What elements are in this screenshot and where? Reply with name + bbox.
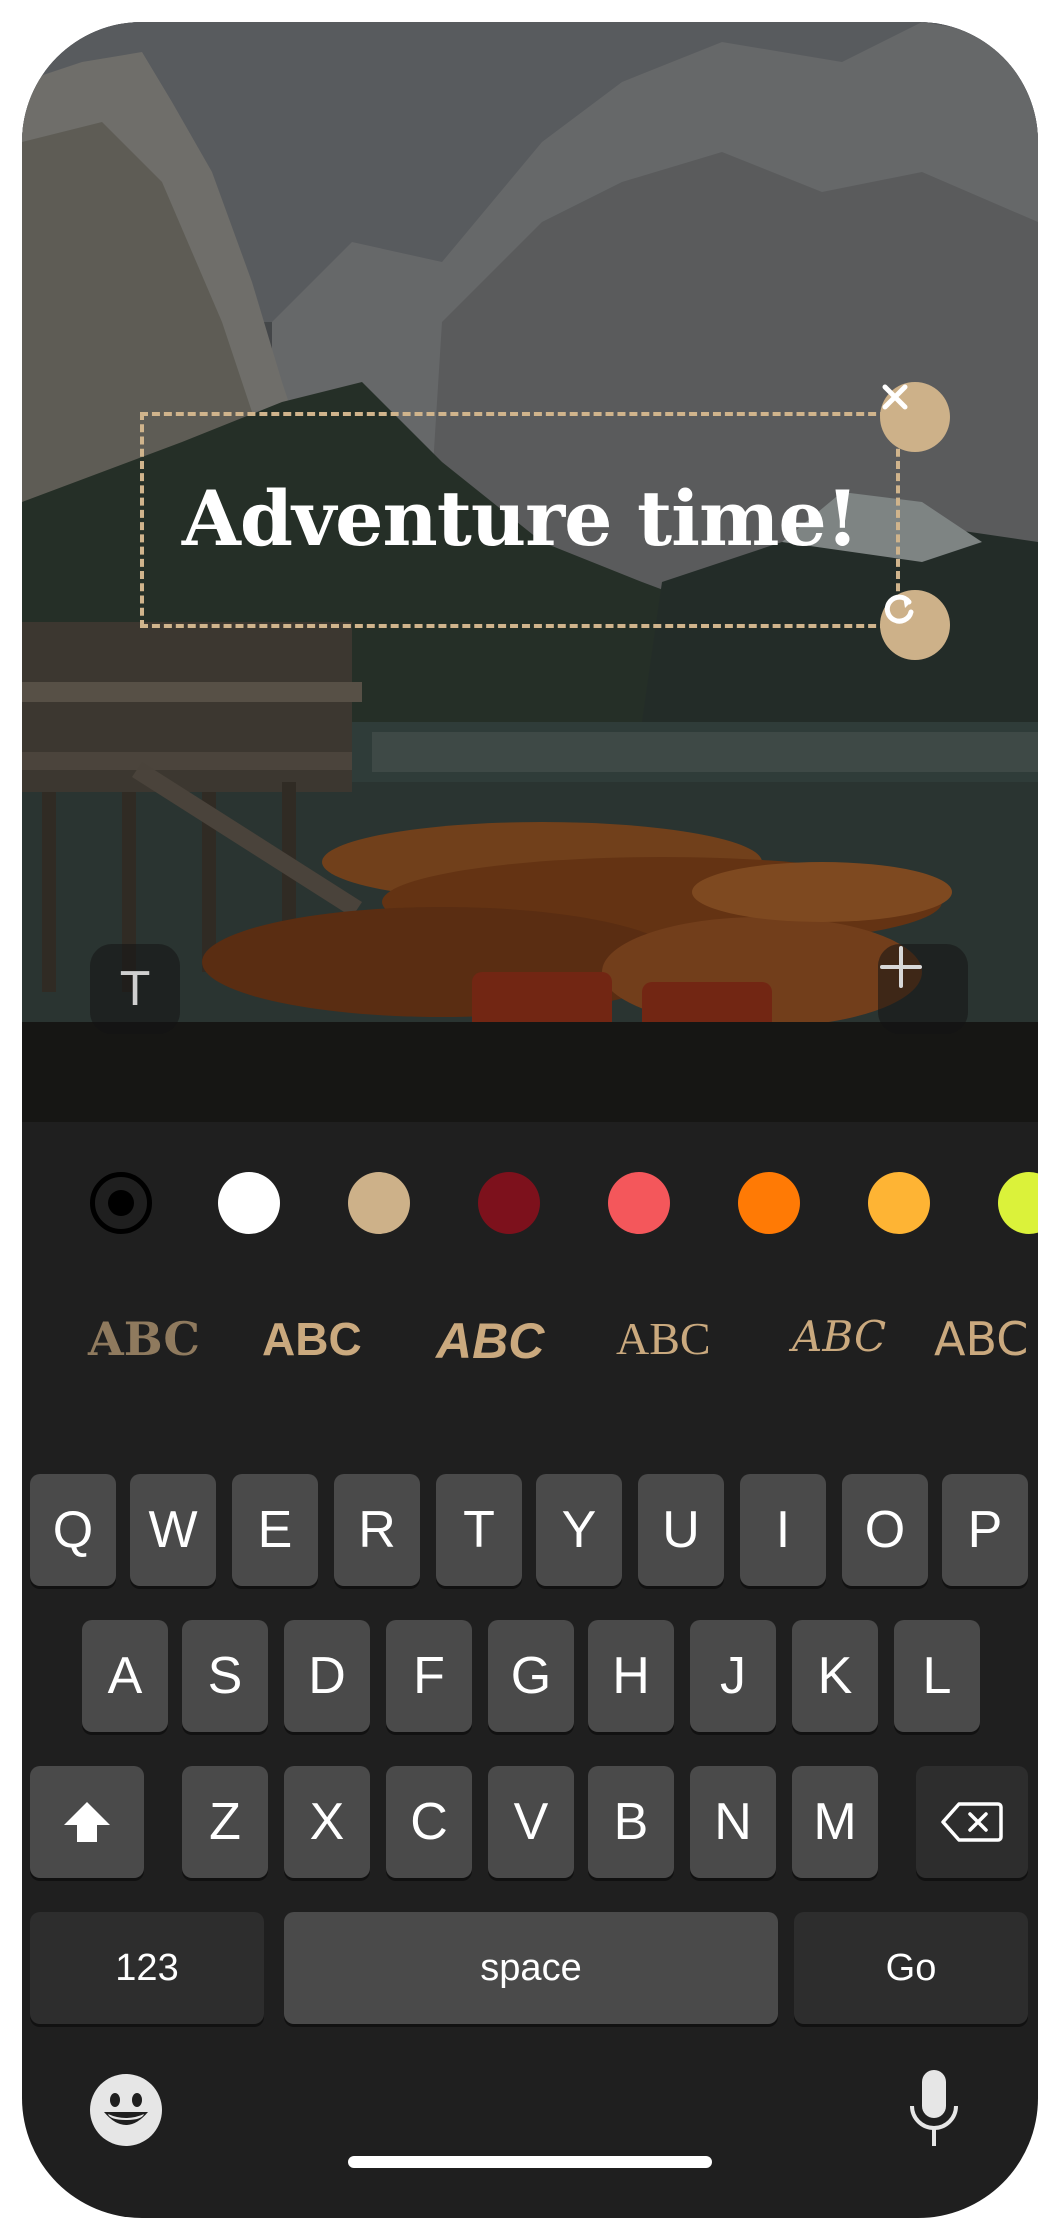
shift-icon <box>64 1802 110 1842</box>
color-swatch-yellow[interactable] <box>868 1172 930 1234</box>
color-swatch-lime[interactable] <box>998 1172 1038 1234</box>
font-option-sans[interactable]: ABC <box>934 1312 1028 1366</box>
key-i[interactable]: I <box>740 1474 826 1586</box>
phone-screen: Adventure time! T ABC ABC ABC ABC ABC AB… <box>22 22 1038 2218</box>
key-x[interactable]: X <box>284 1766 370 1878</box>
text-overlay-box[interactable]: Adventure time! <box>140 412 900 628</box>
font-style-row: ABC ABC ABC ABC ABC ABC <box>22 1312 1038 1392</box>
backspace-icon <box>941 1802 1003 1842</box>
key-e[interactable]: E <box>232 1474 318 1586</box>
color-swatch-orange[interactable] <box>738 1172 800 1234</box>
key-g[interactable]: G <box>488 1620 574 1732</box>
plus-icon <box>880 946 922 988</box>
font-option-serif-outline[interactable]: ABC <box>616 1312 711 1365</box>
photo-canvas[interactable]: Adventure time! T <box>22 22 1038 1122</box>
key-s[interactable]: S <box>182 1620 268 1732</box>
key-b[interactable]: B <box>588 1766 674 1878</box>
backspace-key[interactable] <box>916 1766 1028 1878</box>
space-key[interactable]: space <box>284 1912 778 2024</box>
text-tool-button[interactable]: T <box>90 944 180 1034</box>
color-picker-swatch[interactable] <box>90 1172 152 1234</box>
color-swatch-dark-red[interactable] <box>478 1172 540 1234</box>
font-option-serif[interactable]: ABC <box>88 1312 200 1366</box>
key-r[interactable]: R <box>334 1474 420 1586</box>
numbers-key[interactable]: 123 <box>30 1912 264 2024</box>
font-option-sans-bold[interactable]: ABC <box>262 1312 362 1366</box>
key-d[interactable]: D <box>284 1620 370 1732</box>
key-t[interactable]: T <box>436 1474 522 1586</box>
go-key[interactable]: Go <box>794 1912 1028 2024</box>
text-overlay-label[interactable]: Adventure time! <box>144 474 896 563</box>
rotate-icon[interactable] <box>880 590 950 660</box>
key-m[interactable]: M <box>792 1766 878 1878</box>
key-z[interactable]: Z <box>182 1766 268 1878</box>
key-q[interactable]: Q <box>30 1474 116 1586</box>
key-o[interactable]: O <box>842 1474 928 1586</box>
text-tool-icon: T <box>120 962 150 1016</box>
color-swatch-coral[interactable] <box>608 1172 670 1234</box>
key-l[interactable]: L <box>894 1620 980 1732</box>
key-y[interactable]: Y <box>536 1474 622 1586</box>
emoji-icon[interactable] <box>88 2072 164 2148</box>
close-icon[interactable] <box>880 382 950 452</box>
key-j[interactable]: J <box>690 1620 776 1732</box>
color-swatch-white[interactable] <box>218 1172 280 1234</box>
font-option-script[interactable]: ABC <box>792 1312 886 1361</box>
key-v[interactable]: V <box>488 1766 574 1878</box>
key-f[interactable]: F <box>386 1620 472 1732</box>
key-n[interactable]: N <box>690 1766 776 1878</box>
key-k[interactable]: K <box>792 1620 878 1732</box>
home-indicator[interactable] <box>348 2156 712 2168</box>
key-h[interactable]: H <box>588 1620 674 1732</box>
shift-key[interactable] <box>30 1766 144 1878</box>
font-option-sans-bold-italic[interactable]: ABC <box>436 1312 544 1370</box>
key-w[interactable]: W <box>130 1474 216 1586</box>
color-swatch-tan[interactable] <box>348 1172 410 1234</box>
color-palette <box>22 1162 1038 1252</box>
key-a[interactable]: A <box>82 1620 168 1732</box>
add-button[interactable] <box>878 944 968 1034</box>
key-c[interactable]: C <box>386 1766 472 1878</box>
microphone-icon[interactable] <box>906 2066 962 2158</box>
key-p[interactable]: P <box>942 1474 1028 1586</box>
key-u[interactable]: U <box>638 1474 724 1586</box>
